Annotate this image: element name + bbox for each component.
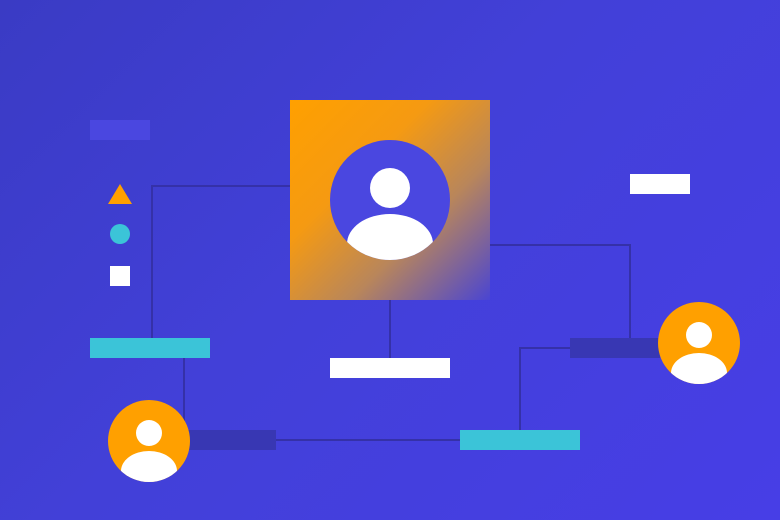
- right-profile-avatar: [658, 302, 740, 384]
- user-icon: [686, 322, 712, 348]
- square-icon: [110, 266, 130, 286]
- top-left-placeholder-bar: [90, 120, 150, 140]
- avatar-body: [671, 353, 727, 384]
- network-diagram: [0, 0, 780, 520]
- connector-card-to-right-profile: [490, 244, 631, 340]
- main-profile-card: [290, 100, 490, 300]
- avatar-body: [121, 451, 177, 482]
- top-right-placeholder-bar: [630, 174, 690, 194]
- connector-bottom-bar-to-right-bar: [519, 347, 570, 430]
- left-dark-bar: [186, 430, 276, 450]
- avatar-body: [347, 214, 433, 260]
- circle-icon: [110, 224, 130, 244]
- user-icon: [136, 420, 162, 446]
- left-cyan-bar: [90, 338, 210, 358]
- user-icon: [330, 140, 450, 260]
- avatar-head: [370, 168, 410, 208]
- center-white-bar: [330, 358, 450, 378]
- left-profile-avatar: [108, 400, 190, 482]
- connector-card-to-left-bar: [151, 185, 290, 340]
- triangle-icon: [108, 184, 132, 204]
- bottom-cyan-bar: [460, 430, 580, 450]
- right-dark-bar: [570, 338, 660, 358]
